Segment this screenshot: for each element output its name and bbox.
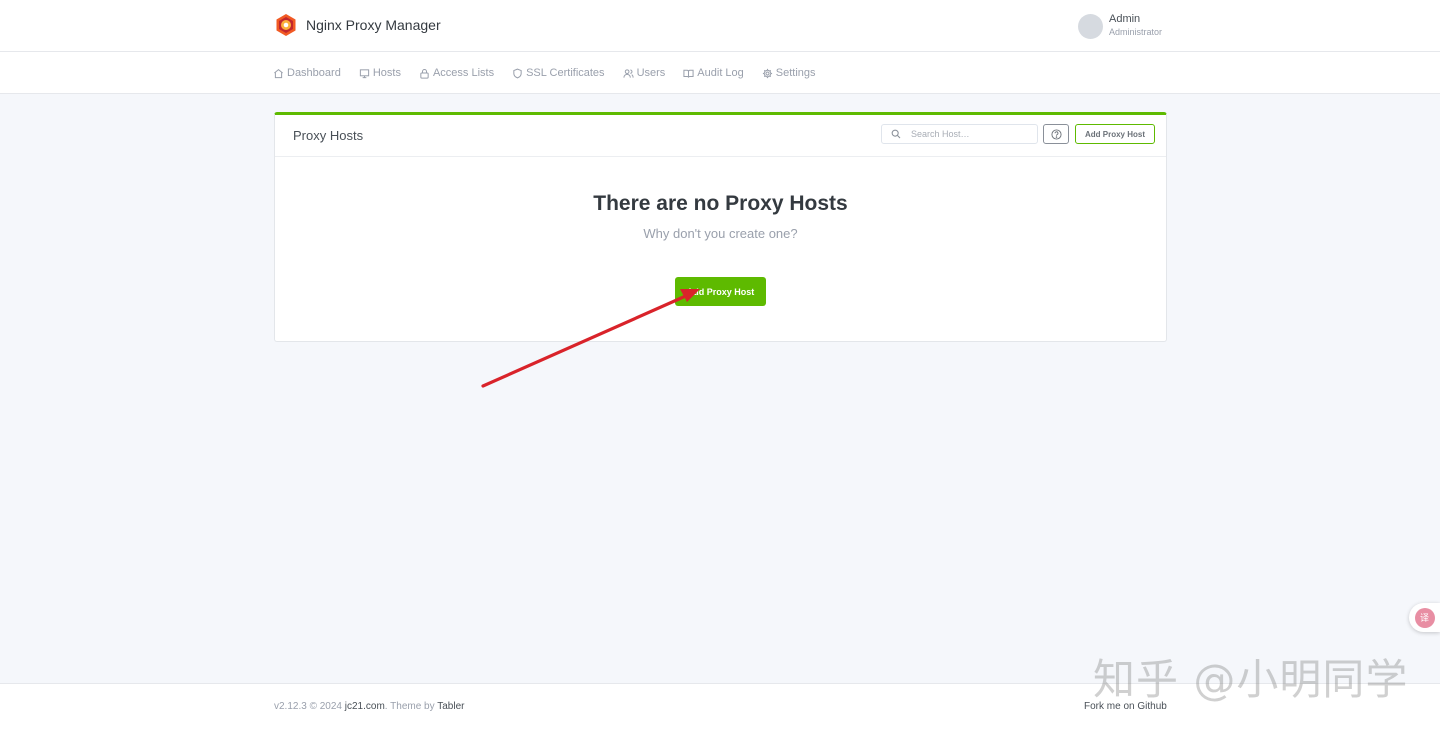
version-text: v2.12.3 © 2024 bbox=[274, 701, 342, 712]
brand[interactable]: Nginx Proxy Manager bbox=[274, 13, 441, 37]
company-link[interactable]: jc21.com bbox=[345, 701, 385, 712]
card-title: Proxy Hosts bbox=[293, 128, 364, 143]
top-header: Nginx Proxy Manager Admin Administrator bbox=[0, 0, 1440, 52]
empty-state-add-proxy-host-button[interactable]: Add Proxy Host bbox=[675, 277, 766, 306]
book-icon bbox=[683, 69, 694, 78]
nav-item-dashboard[interactable]: Dashboard bbox=[273, 67, 341, 79]
nav-label: Settings bbox=[775, 67, 816, 79]
proxy-hosts-card: Proxy Hosts Add Proxy Host There are no … bbox=[274, 112, 1167, 342]
watermark: 知乎 @小明同学 bbox=[1093, 655, 1409, 704]
empty-state-title: There are no Proxy Hosts bbox=[593, 192, 848, 215]
nav-item-settings[interactable]: Settings bbox=[762, 67, 816, 79]
search-input[interactable] bbox=[911, 129, 1031, 139]
help-button[interactable] bbox=[1043, 124, 1069, 144]
monitor-icon bbox=[359, 68, 369, 78]
nav-label: Users bbox=[636, 67, 666, 79]
app-name: Nginx Proxy Manager bbox=[306, 17, 441, 33]
help-icon bbox=[1050, 128, 1062, 140]
gear-icon bbox=[762, 68, 772, 78]
theme-prefix: . Theme by bbox=[384, 701, 435, 712]
nav-item-audit-log[interactable]: Audit Log bbox=[683, 67, 744, 79]
nav-label: Dashboard bbox=[287, 67, 341, 79]
nav-item-hosts[interactable]: Hosts bbox=[359, 67, 401, 79]
main-nav: Dashboard Hosts Access Lists SSL Certifi… bbox=[0, 52, 1440, 94]
card-header: Proxy Hosts Add Proxy Host bbox=[275, 115, 1166, 157]
user-menu[interactable]: Admin Administrator bbox=[1078, 13, 1162, 39]
nav-label: Audit Log bbox=[697, 67, 744, 79]
nav-label: SSL Certificates bbox=[526, 67, 605, 79]
annotation-arrow bbox=[481, 289, 700, 388]
shield-icon bbox=[513, 68, 522, 78]
footer-credits: v2.12.3 © 2024 jc21.com. Theme by Tabler bbox=[274, 701, 464, 712]
avatar[interactable] bbox=[1078, 13, 1103, 39]
theme-link[interactable]: Tabler bbox=[437, 701, 464, 712]
lock-icon bbox=[420, 68, 429, 79]
users-icon bbox=[622, 68, 634, 78]
nav-label: Hosts bbox=[372, 67, 401, 79]
search-box[interactable] bbox=[881, 124, 1038, 144]
add-proxy-host-button[interactable]: Add Proxy Host bbox=[1075, 124, 1155, 144]
nav-label: Access Lists bbox=[432, 67, 495, 79]
home-icon bbox=[274, 68, 283, 78]
user-role: Administrator bbox=[1109, 27, 1163, 37]
nav-item-access-lists[interactable]: Access Lists bbox=[419, 67, 494, 79]
translate-icon: 译 bbox=[1414, 607, 1435, 628]
user-name: Admin bbox=[1109, 13, 1141, 25]
translate-button[interactable]: 译 bbox=[1409, 603, 1440, 632]
nav-item-users[interactable]: Users bbox=[622, 67, 666, 79]
npm-logo-icon bbox=[276, 14, 296, 36]
nav-item-ssl-certificates[interactable]: SSL Certificates bbox=[512, 67, 605, 79]
empty-state-subtitle: Why don't you create one? bbox=[643, 226, 798, 241]
search-icon bbox=[891, 129, 901, 139]
